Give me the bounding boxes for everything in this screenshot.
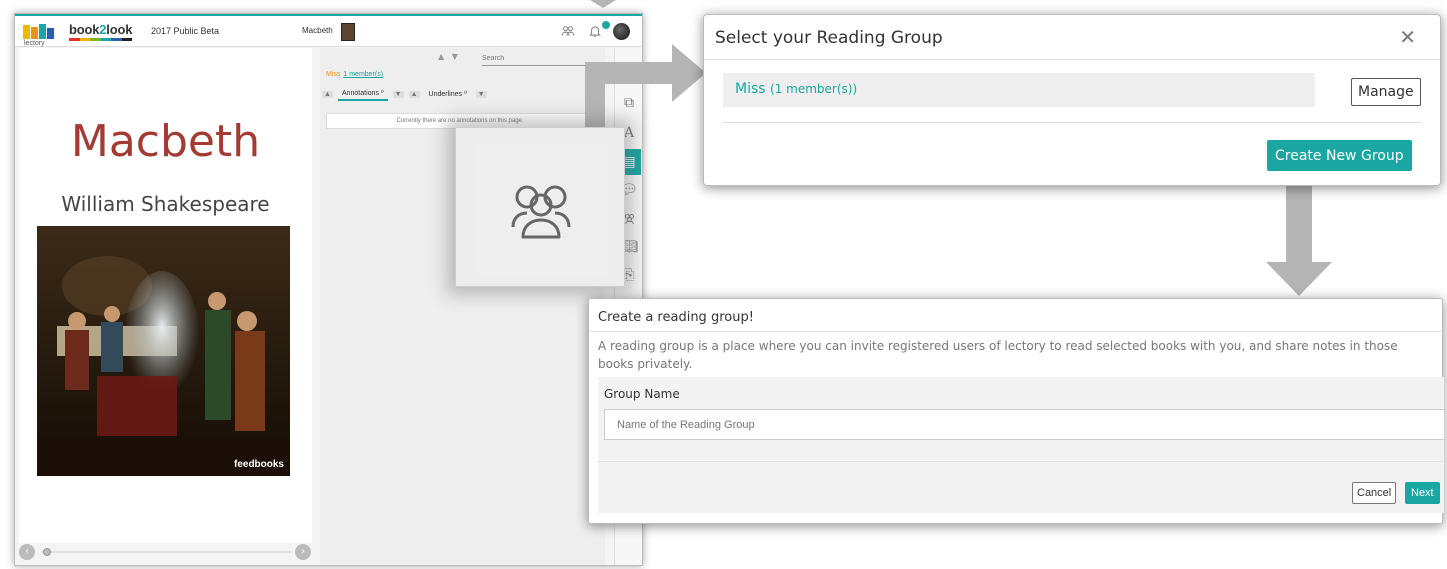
group-icon[interactable] [559, 22, 577, 40]
reader-app-window: lectory book2look 2017 Public Beta Macbe… [14, 13, 643, 566]
search-nav-arrows[interactable]: ▲ ▼ [438, 52, 458, 61]
slider-knob[interactable] [43, 548, 51, 556]
reading-group-item[interactable]: Miss (1 member(s)) [723, 73, 1315, 107]
reading-group-name[interactable]: Miss (1 member(s)) [735, 81, 857, 97]
divider [723, 122, 1421, 123]
tab-annotations[interactable]: Annotations ⁰ [337, 87, 388, 101]
book2look-logo: book2look [69, 22, 132, 41]
slider-track[interactable] [41, 551, 291, 553]
group-icon [511, 185, 571, 239]
app-header: lectory book2look 2017 Public Beta Macbe… [15, 14, 642, 47]
close-icon[interactable]: ✕ [1399, 25, 1416, 49]
divider [589, 331, 1442, 332]
cover-title: Macbeth [70, 116, 261, 167]
dialog-title: Select your Reading Group [715, 28, 943, 48]
lectory-logo[interactable]: lectory [23, 21, 59, 47]
book-title: Macbeth [302, 26, 333, 35]
flow-arrow-down-shaft [1286, 176, 1312, 264]
layers-icon[interactable]: ⧉ [617, 90, 641, 116]
chevron-down-icon[interactable]: ▼ [475, 90, 487, 98]
annotations-panel: ▲ ▼ Miss1 member(s) ▲ Annotations ⁰ ▼ ▲ … [320, 48, 605, 565]
next-page-button[interactable]: › [295, 544, 311, 560]
prev-page-button[interactable]: ‹ [19, 544, 35, 560]
cancel-button[interactable]: Cancel [1352, 482, 1397, 504]
members-link[interactable]: 1 member(s) [343, 71, 383, 78]
flow-arrow-top [590, 0, 616, 8]
chevron-down-icon[interactable]: ▼ [392, 90, 404, 98]
lectory-logo-text: lectory [24, 40, 45, 47]
chevron-up-icon[interactable]: ▲ [408, 90, 420, 98]
flow-arrow-down-head [1266, 262, 1332, 296]
search-input[interactable] [482, 52, 592, 66]
chevron-up-icon[interactable]: ▲ [322, 90, 333, 98]
zoom-callout [455, 127, 625, 287]
dialog-description: A reading group is a place where you can… [598, 339, 1398, 371]
book-cover: Macbeth William Shakespeare feedbooks [19, 48, 312, 543]
create-new-group-button[interactable]: Create New Group [1267, 140, 1412, 171]
divider [598, 461, 1444, 462]
manage-button[interactable]: Manage [1351, 78, 1421, 106]
cover-painting: feedbooks [37, 226, 290, 476]
flow-arrow-right-shaft [585, 62, 675, 84]
create-reading-group-dialog: Create a reading group! A reading group … [588, 298, 1445, 524]
dialog-title: Create a reading group! [598, 310, 754, 325]
notification-badge [602, 21, 610, 29]
book-thumbnail[interactable] [341, 23, 355, 41]
group-indicator: Miss 1 member(s) [326, 71, 384, 78]
divider [704, 59, 1440, 60]
cover-author: William Shakespeare [61, 192, 270, 216]
beta-label: 2017 Public Beta [151, 26, 220, 36]
feedbooks-logo: feedbooks [233, 459, 284, 470]
group-form: Group Name Cancel Next [598, 377, 1445, 513]
flow-arrow-right-head [672, 44, 706, 102]
group-name-input[interactable] [604, 409, 1445, 440]
select-reading-group-dialog: Select your Reading Group ✕ Miss (1 memb… [703, 14, 1441, 186]
page-slider[interactable]: ‹ › [19, 541, 312, 563]
avatar[interactable] [613, 22, 630, 40]
next-button[interactable]: Next [1405, 482, 1440, 504]
tab-underlines[interactable]: Underlines ⁰ [425, 88, 471, 100]
group-name-label: Group Name [604, 387, 680, 401]
